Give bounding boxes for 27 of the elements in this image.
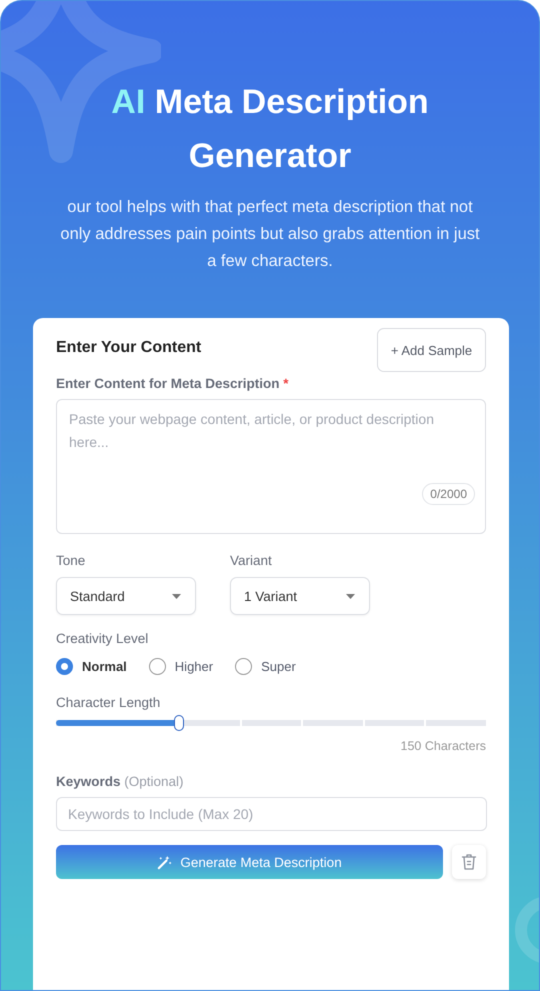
dropdown[interactable]: 1 Variant (230, 577, 370, 615)
field-label: Tone (56, 553, 86, 568)
option-label[interactable]: Normal (82, 659, 127, 674)
option-label[interactable]: Super (261, 659, 296, 674)
add-sample-button[interactable]: + Add Sample (377, 328, 486, 372)
dropdown[interactable]: Standard (56, 577, 196, 615)
field-label: Creativity Level (56, 631, 150, 646)
radio-button[interactable] (56, 658, 73, 675)
radio-button[interactable] (148, 658, 166, 675)
caret-icon (172, 594, 181, 598)
keywords-input[interactable]: Keywords to Include (Max 20) (56, 797, 487, 831)
radio-button[interactable] (235, 658, 252, 675)
length-reading: 150 Characters (400, 739, 486, 753)
delete-button[interactable] (452, 845, 486, 879)
field-label: Variant (230, 553, 273, 568)
caret-icon (346, 594, 355, 598)
magic-wand-icon (157, 854, 172, 870)
character-counter: 0/2000 (422, 483, 475, 505)
slider-thumb[interactable] (174, 715, 184, 731)
field-label: Character Length (56, 695, 162, 710)
page-subtitle: our tool helps with that perfect meta description that not only addresses pain points but also grabs attention in just a few characters. (59, 197, 481, 272)
trash-icon (461, 853, 478, 871)
field-label: Keywords (Optional) (56, 774, 185, 789)
section-heading: Enter Your Content (56, 339, 202, 357)
option-label[interactable]: Higher (174, 659, 214, 674)
field-label: Enter Content for Meta Description * (56, 376, 290, 391)
page-title: AI Meta Description Generator (110, 82, 430, 177)
